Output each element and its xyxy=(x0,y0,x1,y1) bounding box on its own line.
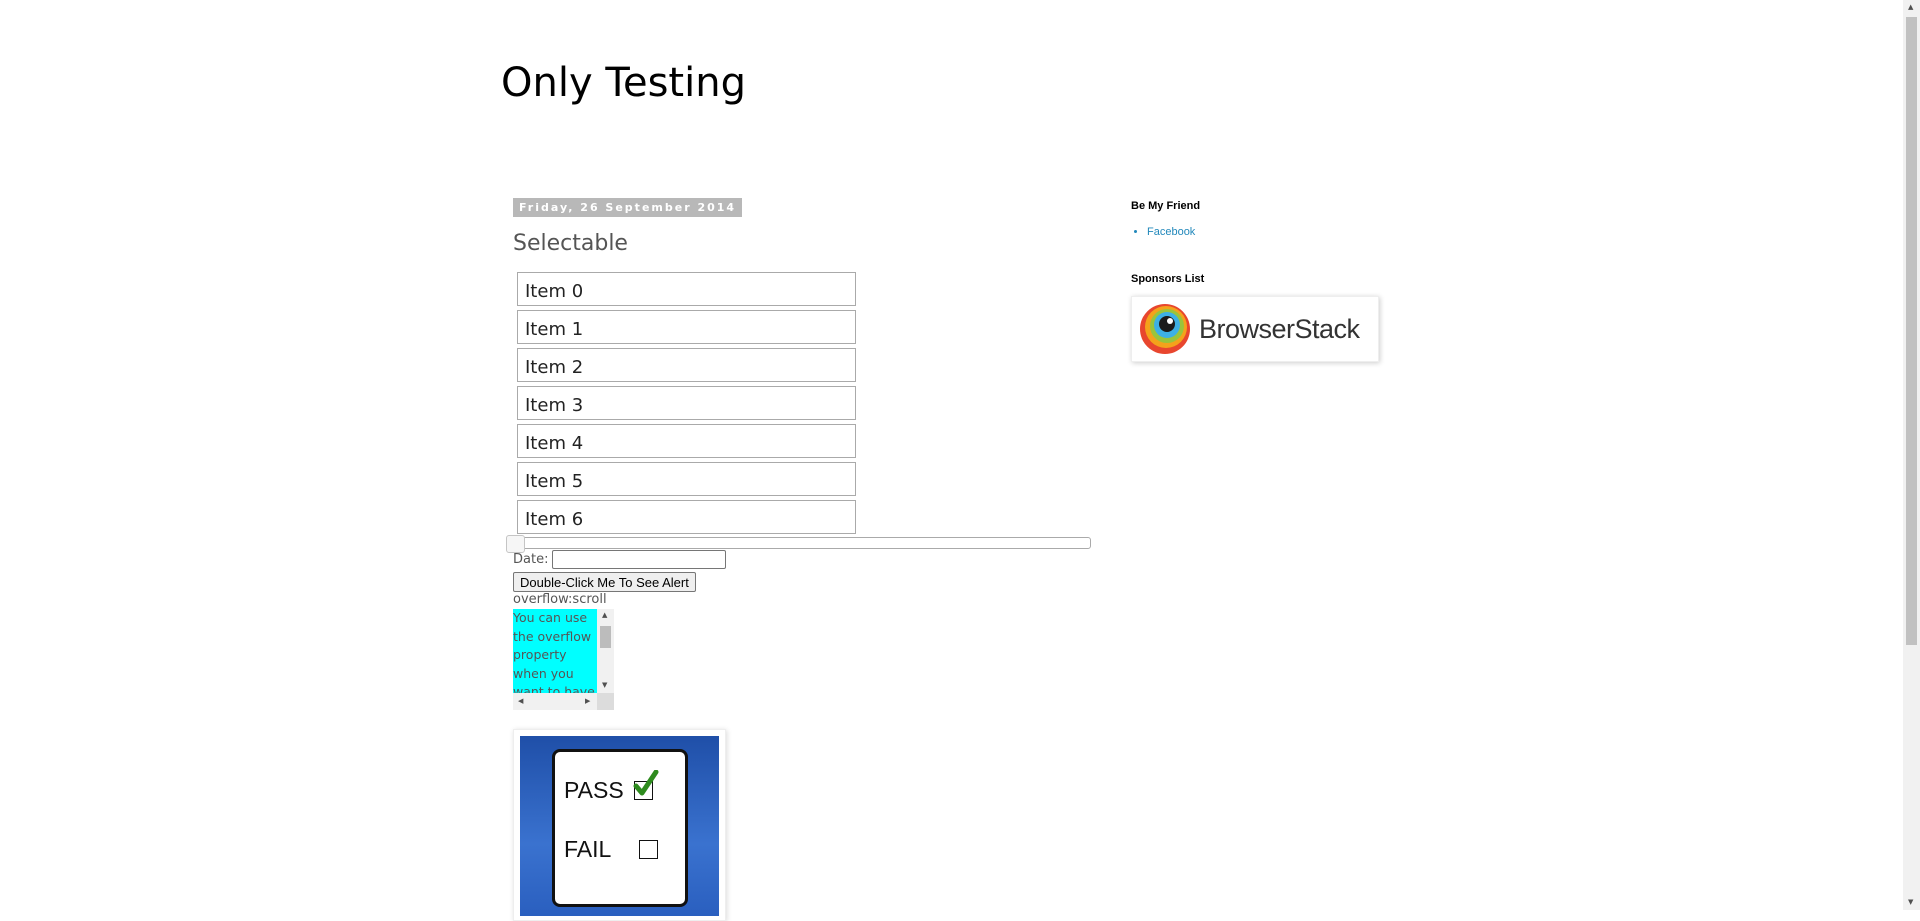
selectable-item[interactable]: Item 1 xyxy=(517,310,856,344)
overflow-scroll-box[interactable]: You can use the overflow property when y… xyxy=(513,609,614,710)
pass-fail-sign: PASS FAIL xyxy=(552,749,688,907)
pass-fail-picture: PASS FAIL xyxy=(520,736,719,916)
overflow-label: overflow:scroll xyxy=(513,592,607,607)
friend-link-item: Facebook xyxy=(1147,226,1195,238)
slider-track[interactable] xyxy=(506,535,1091,553)
selectable-item[interactable]: Item 3 xyxy=(517,386,856,420)
browserstack-logo-icon xyxy=(1139,303,1191,355)
overflow-text: You can use the overflow property when y… xyxy=(513,609,597,693)
blog-title[interactable]: Only Testing xyxy=(501,60,746,106)
scroll-corner xyxy=(597,693,614,710)
page-scroll-down-icon[interactable]: ▼ xyxy=(1908,898,1913,906)
vertical-scrollbar[interactable]: ▲ ▼ xyxy=(597,609,614,693)
scroll-up-icon[interactable]: ▲ xyxy=(602,611,607,619)
pass-row: PASS xyxy=(564,770,659,804)
double-click-alert-button[interactable]: Double-Click Me To See Alert xyxy=(513,572,696,592)
browserstack-sponsor[interactable]: BrowserStack xyxy=(1131,296,1379,362)
selectable-list: Item 0 Item 1 Item 2 Item 3 Item 4 Item … xyxy=(517,272,856,538)
scroll-left-icon[interactable]: ◀ xyxy=(518,697,523,705)
scroll-right-icon[interactable]: ▶ xyxy=(585,697,590,705)
be-my-friend-heading: Be My Friend xyxy=(1131,200,1201,212)
selectable-item[interactable]: Item 0 xyxy=(517,272,856,306)
empty-box-icon xyxy=(639,840,659,859)
friend-links: Facebook xyxy=(1131,226,1195,238)
scroll-down-icon[interactable]: ▼ xyxy=(602,681,607,689)
vertical-scroll-thumb[interactable] xyxy=(600,626,611,648)
facebook-link[interactable]: Facebook xyxy=(1147,226,1195,238)
pass-fail-image: PASS FAIL xyxy=(513,729,726,921)
browserstack-name: BrowserStack xyxy=(1199,313,1360,344)
fail-label: FAIL xyxy=(564,836,612,862)
fail-row: FAIL xyxy=(564,836,659,863)
selectable-item[interactable]: Item 5 xyxy=(517,462,856,496)
sponsors-heading: Sponsors List xyxy=(1131,273,1205,285)
checked-box-icon xyxy=(633,770,659,800)
page-scroll-thumb[interactable] xyxy=(1906,17,1917,645)
selectable-item[interactable]: Item 6 xyxy=(517,500,856,534)
date-row: Date: xyxy=(513,550,727,569)
post-date: Friday, 26 September 2014 xyxy=(513,198,743,217)
selectable-item[interactable]: Item 4 xyxy=(517,424,856,458)
selectable-item[interactable]: Item 2 xyxy=(517,348,856,382)
page-scroll-up-icon[interactable]: ▲ xyxy=(1908,3,1913,11)
post-title[interactable]: Selectable xyxy=(513,231,628,256)
page-scrollbar[interactable]: ▲ ▼ xyxy=(1903,0,1920,910)
date-input[interactable] xyxy=(552,550,727,569)
pass-label: PASS xyxy=(564,777,624,803)
horizontal-scrollbar[interactable]: ◀ ▶ xyxy=(513,693,597,710)
date-label: Date: xyxy=(513,552,549,567)
